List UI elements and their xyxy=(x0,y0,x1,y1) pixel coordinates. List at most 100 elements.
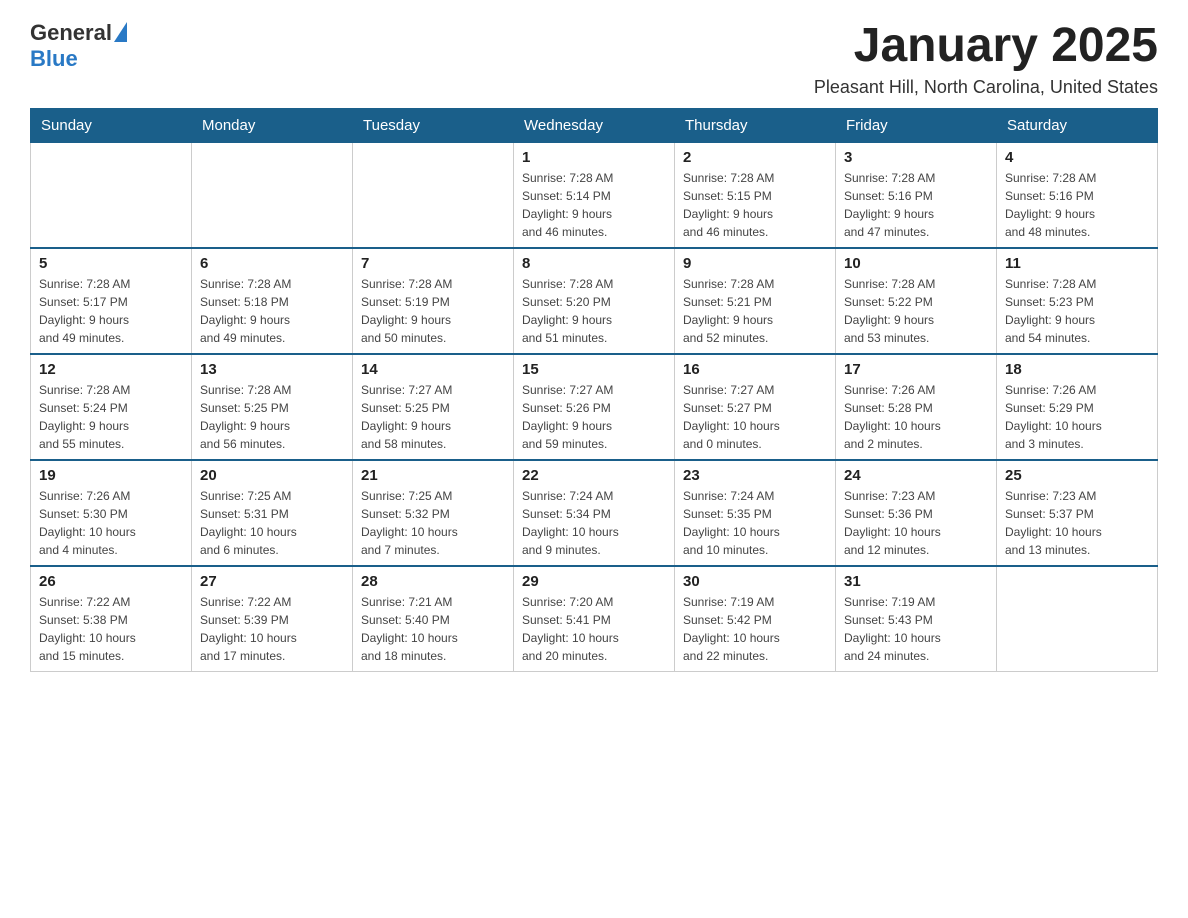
day-number: 17 xyxy=(844,361,988,378)
day-info: Sunrise: 7:28 AM Sunset: 5:23 PM Dayligh… xyxy=(1005,275,1149,347)
calendar-day-cell: 16 Sunrise: 7:27 AM Sunset: 5:27 PM Dayli… xyxy=(675,354,836,460)
day-number: 6 xyxy=(200,255,344,272)
logo: General Blue xyxy=(30,20,127,72)
day-number: 13 xyxy=(200,361,344,378)
calendar-day-cell: 15 Sunrise: 7:27 AM Sunset: 5:26 PM Dayli… xyxy=(514,354,675,460)
calendar-week-row: 26Sunrise: 7:22 AM Sunset: 5:38 PM Dayli… xyxy=(31,566,1158,672)
day-info: Sunrise: 7:27 AM Sunset: 5:27 PM Dayligh… xyxy=(683,381,827,453)
column-header-wednesday: Wednesday xyxy=(514,108,675,142)
calendar-day-cell: 27 Sunrise: 7:22 AM Sunset: 5:39 PM Dayli… xyxy=(192,566,353,672)
calendar-day-cell: 13Sunrise: 7:28 AM Sunset: 5:25 PM Dayli… xyxy=(192,354,353,460)
calendar-day-cell: 31 Sunrise: 7:19 AM Sunset: 5:43 PM Dayli… xyxy=(836,566,997,672)
logo-general: General xyxy=(30,20,112,46)
calendar-day-cell: 3 Sunrise: 7:28 AM Sunset: 5:16 PM Daylig… xyxy=(836,142,997,248)
calendar-day-cell: 9 Sunrise: 7:28 AM Sunset: 5:21 PM Daylig… xyxy=(675,248,836,354)
day-number: 29 xyxy=(522,573,666,590)
column-header-friday: Friday xyxy=(836,108,997,142)
calendar-day-cell xyxy=(192,142,353,248)
day-info: Sunrise: 7:23 AM Sunset: 5:36 PM Dayligh… xyxy=(844,487,988,559)
logo-triangle-icon xyxy=(114,22,127,42)
day-number: 26 xyxy=(39,573,183,590)
calendar-day-cell: 24 Sunrise: 7:23 AM Sunset: 5:36 PM Dayli… xyxy=(836,460,997,566)
day-info: Sunrise: 7:28 AM Sunset: 5:16 PM Dayligh… xyxy=(844,169,988,241)
calendar-day-cell: 8 Sunrise: 7:28 AM Sunset: 5:20 PM Daylig… xyxy=(514,248,675,354)
title-area: January 2025 Pleasant Hill, North Caroli… xyxy=(814,20,1158,98)
calendar-header-row: SundayMondayTuesdayWednesdayThursdayFrid… xyxy=(31,108,1158,142)
day-info: Sunrise: 7:27 AM Sunset: 5:26 PM Dayligh… xyxy=(522,381,666,453)
day-number: 15 xyxy=(522,361,666,378)
day-number: 19 xyxy=(39,467,183,484)
day-number: 20 xyxy=(200,467,344,484)
location-title: Pleasant Hill, North Carolina, United St… xyxy=(814,77,1158,98)
day-info: Sunrise: 7:28 AM Sunset: 5:17 PM Dayligh… xyxy=(39,275,183,347)
day-number: 10 xyxy=(844,255,988,272)
day-info: Sunrise: 7:28 AM Sunset: 5:24 PM Dayligh… xyxy=(39,381,183,453)
column-header-thursday: Thursday xyxy=(675,108,836,142)
calendar-day-cell: 4Sunrise: 7:28 AM Sunset: 5:16 PM Daylig… xyxy=(997,142,1158,248)
day-info: Sunrise: 7:25 AM Sunset: 5:32 PM Dayligh… xyxy=(361,487,505,559)
day-info: Sunrise: 7:22 AM Sunset: 5:39 PM Dayligh… xyxy=(200,593,344,665)
day-number: 9 xyxy=(683,255,827,272)
day-info: Sunrise: 7:26 AM Sunset: 5:28 PM Dayligh… xyxy=(844,381,988,453)
calendar-day-cell: 12 Sunrise: 7:28 AM Sunset: 5:24 PM Dayli… xyxy=(31,354,192,460)
calendar-day-cell: 7Sunrise: 7:28 AM Sunset: 5:19 PM Daylig… xyxy=(353,248,514,354)
calendar-day-cell: 29 Sunrise: 7:20 AM Sunset: 5:41 PM Dayli… xyxy=(514,566,675,672)
day-info: Sunrise: 7:20 AM Sunset: 5:41 PM Dayligh… xyxy=(522,593,666,665)
day-number: 28 xyxy=(361,573,505,590)
day-info: Sunrise: 7:24 AM Sunset: 5:34 PM Dayligh… xyxy=(522,487,666,559)
calendar-day-cell: 28 Sunrise: 7:21 AM Sunset: 5:40 PM Dayli… xyxy=(353,566,514,672)
day-number: 18 xyxy=(1005,361,1149,378)
day-number: 27 xyxy=(200,573,344,590)
logo-blue: Blue xyxy=(30,46,78,72)
calendar-day-cell: 23Sunrise: 7:24 AM Sunset: 5:35 PM Dayli… xyxy=(675,460,836,566)
day-info: Sunrise: 7:28 AM Sunset: 5:19 PM Dayligh… xyxy=(361,275,505,347)
day-info: Sunrise: 7:19 AM Sunset: 5:42 PM Dayligh… xyxy=(683,593,827,665)
calendar-day-cell: 5 Sunrise: 7:28 AM Sunset: 5:17 PM Daylig… xyxy=(31,248,192,354)
day-info: Sunrise: 7:21 AM Sunset: 5:40 PM Dayligh… xyxy=(361,593,505,665)
day-info: Sunrise: 7:19 AM Sunset: 5:43 PM Dayligh… xyxy=(844,593,988,665)
day-number: 23 xyxy=(683,467,827,484)
calendar-day-cell: 19 Sunrise: 7:26 AM Sunset: 5:30 PM Dayli… xyxy=(31,460,192,566)
calendar-day-cell: 25 Sunrise: 7:23 AM Sunset: 5:37 PM Dayli… xyxy=(997,460,1158,566)
calendar-week-row: 5 Sunrise: 7:28 AM Sunset: 5:17 PM Daylig… xyxy=(31,248,1158,354)
calendar-day-cell: 21Sunrise: 7:25 AM Sunset: 5:32 PM Dayli… xyxy=(353,460,514,566)
calendar-day-cell: 26Sunrise: 7:22 AM Sunset: 5:38 PM Dayli… xyxy=(31,566,192,672)
calendar-week-row: 1Sunrise: 7:28 AM Sunset: 5:14 PM Daylig… xyxy=(31,142,1158,248)
day-number: 16 xyxy=(683,361,827,378)
day-number: 8 xyxy=(522,255,666,272)
day-info: Sunrise: 7:28 AM Sunset: 5:14 PM Dayligh… xyxy=(522,169,666,241)
day-number: 30 xyxy=(683,573,827,590)
day-info: Sunrise: 7:28 AM Sunset: 5:21 PM Dayligh… xyxy=(683,275,827,347)
calendar-day-cell: 30 Sunrise: 7:19 AM Sunset: 5:42 PM Dayli… xyxy=(675,566,836,672)
calendar-day-cell xyxy=(353,142,514,248)
calendar-day-cell: 14Sunrise: 7:27 AM Sunset: 5:25 PM Dayli… xyxy=(353,354,514,460)
day-info: Sunrise: 7:26 AM Sunset: 5:29 PM Dayligh… xyxy=(1005,381,1149,453)
day-number: 25 xyxy=(1005,467,1149,484)
day-number: 14 xyxy=(361,361,505,378)
calendar-table: SundayMondayTuesdayWednesdayThursdayFrid… xyxy=(30,108,1158,672)
calendar-day-cell: 17 Sunrise: 7:26 AM Sunset: 5:28 PM Dayli… xyxy=(836,354,997,460)
day-number: 24 xyxy=(844,467,988,484)
calendar-day-cell xyxy=(997,566,1158,672)
column-header-monday: Monday xyxy=(192,108,353,142)
day-number: 4 xyxy=(1005,149,1149,166)
calendar-day-cell: 10Sunrise: 7:28 AM Sunset: 5:22 PM Dayli… xyxy=(836,248,997,354)
day-info: Sunrise: 7:28 AM Sunset: 5:20 PM Dayligh… xyxy=(522,275,666,347)
calendar-day-cell: 18 Sunrise: 7:26 AM Sunset: 5:29 PM Dayli… xyxy=(997,354,1158,460)
column-header-saturday: Saturday xyxy=(997,108,1158,142)
calendar-day-cell: 1Sunrise: 7:28 AM Sunset: 5:14 PM Daylig… xyxy=(514,142,675,248)
day-number: 12 xyxy=(39,361,183,378)
day-number: 5 xyxy=(39,255,183,272)
day-number: 3 xyxy=(844,149,988,166)
day-number: 31 xyxy=(844,573,988,590)
day-number: 2 xyxy=(683,149,827,166)
day-number: 11 xyxy=(1005,255,1149,272)
day-info: Sunrise: 7:23 AM Sunset: 5:37 PM Dayligh… xyxy=(1005,487,1149,559)
calendar-day-cell: 11 Sunrise: 7:28 AM Sunset: 5:23 PM Dayli… xyxy=(997,248,1158,354)
calendar-day-cell: 6 Sunrise: 7:28 AM Sunset: 5:18 PM Daylig… xyxy=(192,248,353,354)
calendar-day-cell xyxy=(31,142,192,248)
column-header-tuesday: Tuesday xyxy=(353,108,514,142)
day-info: Sunrise: 7:26 AM Sunset: 5:30 PM Dayligh… xyxy=(39,487,183,559)
day-info: Sunrise: 7:25 AM Sunset: 5:31 PM Dayligh… xyxy=(200,487,344,559)
day-info: Sunrise: 7:28 AM Sunset: 5:18 PM Dayligh… xyxy=(200,275,344,347)
